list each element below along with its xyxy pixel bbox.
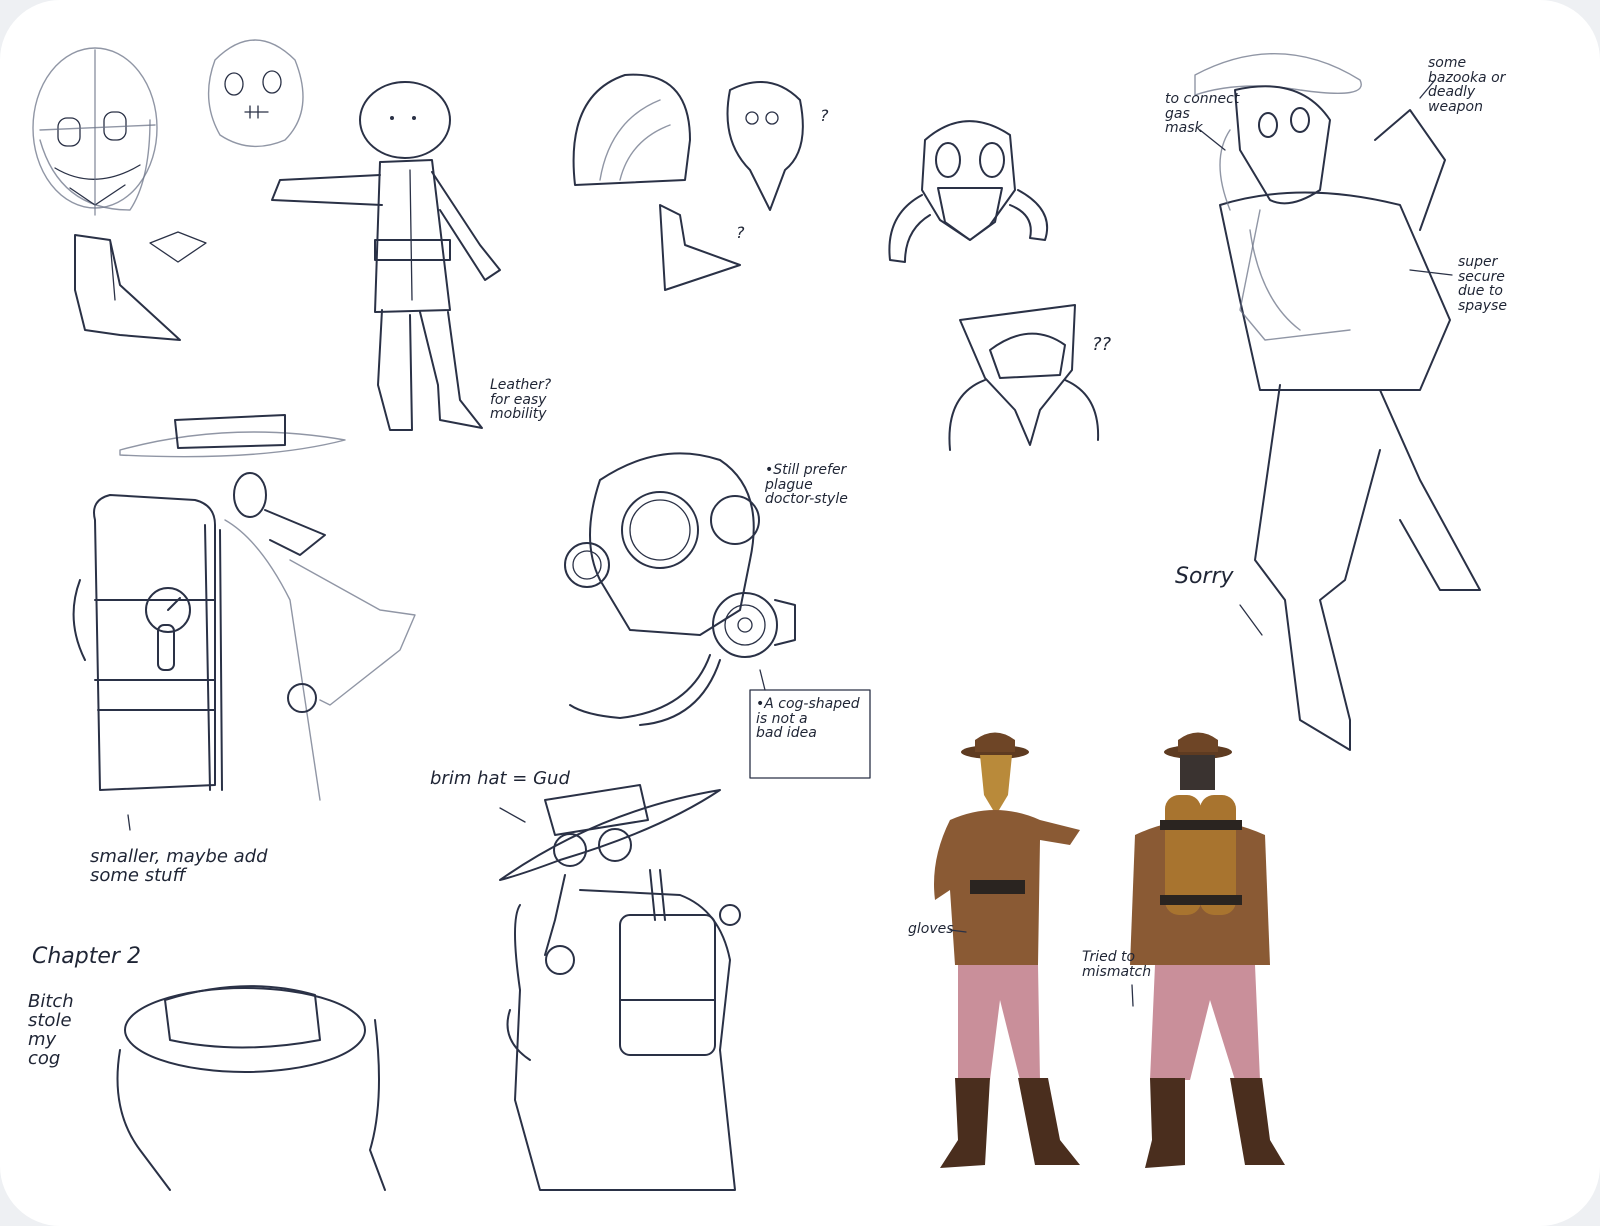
chapter-heading: Chapter 2 <box>32 944 141 969</box>
skull-head-study <box>207 39 304 148</box>
chapter-two-hat-sketch <box>116 985 386 1191</box>
standing-figure-sketch <box>1194 53 1481 751</box>
gloves-note: gloves <box>908 921 954 937</box>
secure-note: super secure due to spayse <box>1458 254 1507 315</box>
helmet-sketch-a <box>572 73 691 186</box>
gas-mask-note: to connect gas mask <box>1165 91 1240 137</box>
question-mark-note: ? <box>820 106 829 125</box>
sketch-sheet: Leather? for easy mobility •Still prefer… <box>0 0 1600 1226</box>
mask-head-study <box>32 47 158 216</box>
mismatch-note: Tried to mismatch <box>1082 949 1152 980</box>
leather-note: Leather? for easy mobility <box>490 377 552 423</box>
smaller-note: smaller, maybe add some stuff <box>90 846 268 886</box>
brim-hat-doctor-sketch <box>499 784 741 1191</box>
plague-style-note: •Still prefer plague doctor-style <box>765 462 848 508</box>
goggle-mask-front <box>888 120 1049 263</box>
visor-mask-sketch <box>948 304 1100 451</box>
question-mark-note: ? <box>736 223 745 242</box>
backpack-doctor-sketch <box>72 414 416 831</box>
sketch-drawing <box>32 39 1481 1191</box>
helmet-sketch-b <box>726 81 804 211</box>
brim-hat-note: brim hat = Gud <box>430 768 570 789</box>
cog-idea-note: •A cog-shaped is not a bad idea <box>756 696 860 742</box>
cog-note-arrow <box>759 669 766 691</box>
brim-hat-arrow <box>499 807 526 823</box>
color-figure-front <box>934 732 1080 1168</box>
sorry-note: Sorry <box>1175 564 1234 589</box>
weapon-note: some bazooka or deadly weapon <box>1428 55 1506 116</box>
color-figure-back <box>1130 732 1285 1168</box>
gas-mask-sketch <box>564 452 796 726</box>
question-marks-note: ?? <box>1092 334 1112 355</box>
mismatch-arrow <box>1131 984 1134 1007</box>
beak-side-study <box>74 231 207 341</box>
sorry-arrow <box>1239 604 1263 636</box>
collar-sketch <box>659 204 741 291</box>
stolen-cog-note: Bitch stole my cog <box>28 991 74 1069</box>
coat-figure-study <box>271 81 501 431</box>
